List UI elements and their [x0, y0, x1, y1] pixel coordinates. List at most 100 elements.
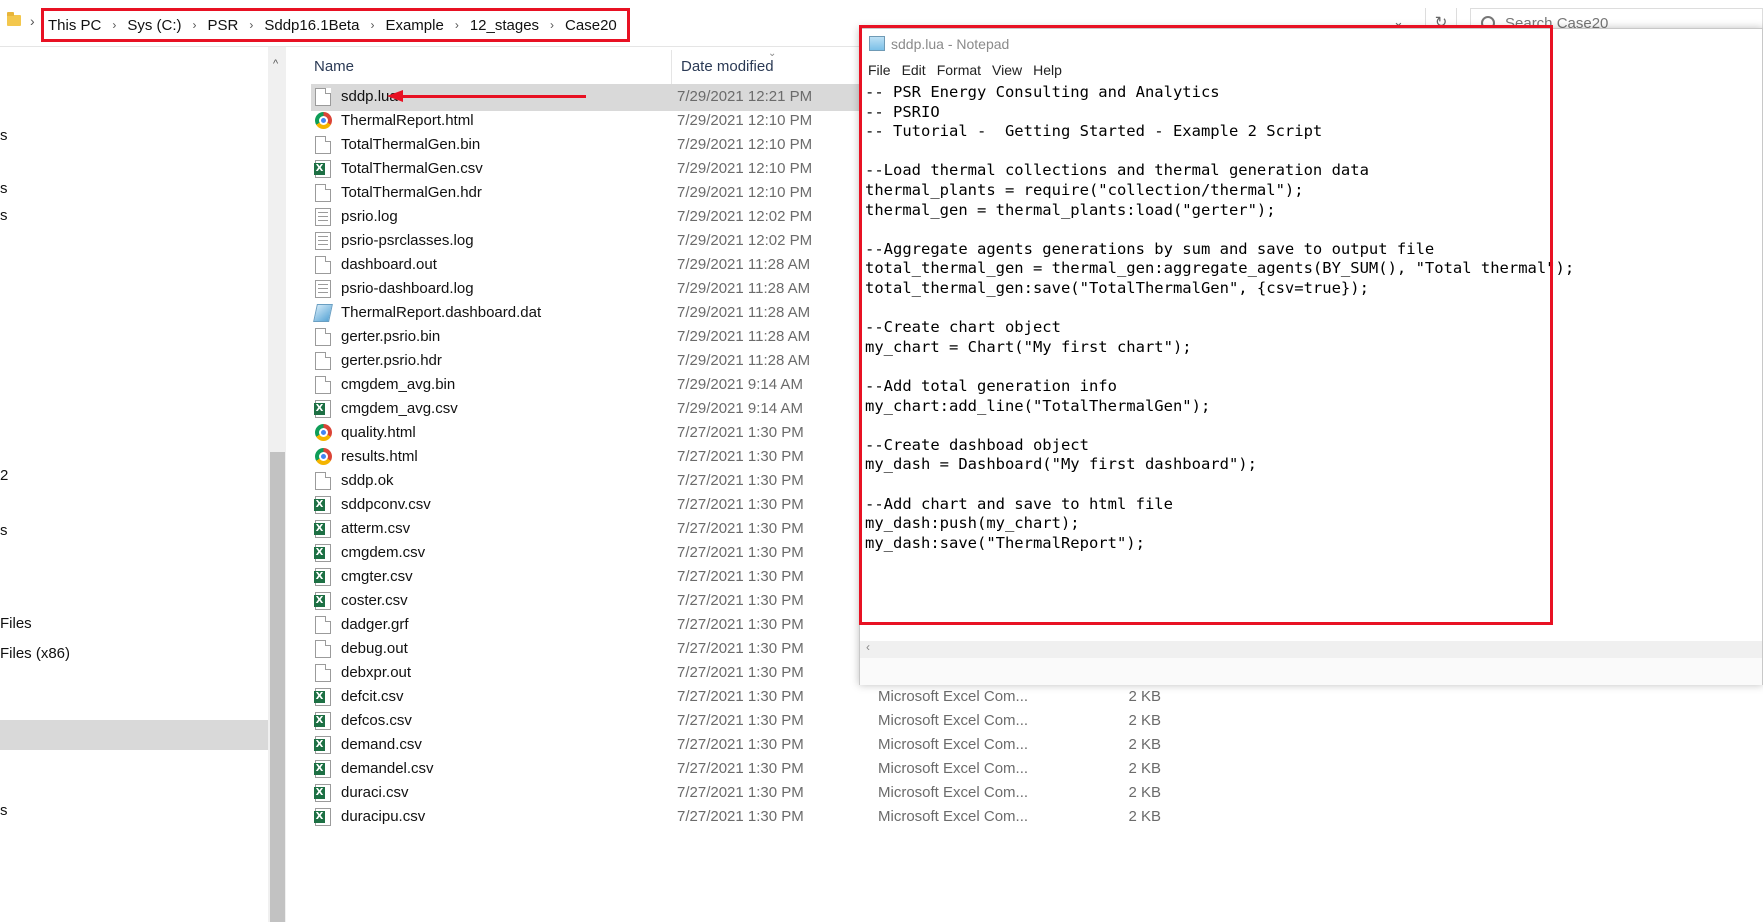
file-date: 7/27/2021 1:30 PM: [677, 664, 804, 681]
code-line: --Create dashboad object: [865, 435, 1089, 454]
code-line: -- Tutorial - Getting Started - Example …: [865, 122, 1323, 141]
nav-item[interactable]: 2: [0, 467, 8, 484]
chevron-right-icon[interactable]: ›: [193, 18, 197, 32]
breadcrumb-item[interactable]: 12_stages: [470, 17, 539, 34]
file-name: demand.csv: [341, 736, 422, 753]
file-date: 7/29/2021 12:02 PM: [677, 208, 813, 225]
nav-item[interactable]: s: [0, 802, 8, 819]
file-name: sddp.ok: [341, 472, 394, 489]
file-name: duracipu.csv: [341, 808, 426, 825]
chevron-right-icon[interactable]: ›: [30, 13, 35, 29]
file-row[interactable]: duracipu.csv 7/27/2021 1:30 PM Microsoft E…: [311, 804, 1761, 831]
chrome-icon: [315, 112, 332, 129]
file-name: dadger.grf: [341, 616, 409, 633]
breadcrumb-item[interactable]: This PC: [48, 17, 101, 34]
notepad-titlebar[interactable]: sddp.lua - Notepad: [860, 29, 1762, 60]
menu-edit[interactable]: Edit: [902, 62, 926, 82]
file-date: 7/27/2021 1:30 PM: [677, 568, 804, 585]
file-row[interactable]: defcos.csv 7/27/2021 1:30 PM Microsoft Exc…: [311, 708, 1761, 735]
file-type: Microsoft Excel Com...: [878, 736, 1029, 753]
menu-view[interactable]: View: [992, 62, 1022, 82]
chrome-icon: [315, 424, 332, 441]
code-line: --Add total generation info: [865, 377, 1117, 395]
code-line: total_thermal_gen:save("TotalThermalGen"…: [865, 279, 1369, 297]
menu-help[interactable]: Help: [1033, 62, 1062, 82]
column-divider[interactable]: [671, 50, 672, 86]
column-header-name[interactable]: Name: [314, 58, 354, 75]
file-name: defcit.csv: [341, 688, 404, 705]
file-name: cmgdem.csv: [341, 544, 426, 561]
nav-item[interactable]: s: [0, 180, 8, 197]
file-date: 7/27/2021 1:30 PM: [677, 424, 804, 441]
excel-file-icon: [314, 736, 331, 754]
text-file-icon: [315, 280, 331, 298]
menu-format[interactable]: Format: [937, 62, 981, 82]
column-header-date[interactable]: Date modified: [681, 58, 774, 75]
file-row[interactable]: duraci.csv 7/27/2021 1:30 PM Microsoft Exc…: [311, 780, 1761, 807]
code-line: --Load thermal collections and thermal g…: [865, 161, 1369, 180]
file-date: 7/29/2021 12:21 PM: [677, 88, 813, 105]
nav-scrollbar-thumb[interactable]: [270, 452, 285, 922]
code-line: my_chart:add_line("TotalThermalGen");: [865, 396, 1211, 415]
breadcrumb-item[interactable]: Case20: [565, 17, 617, 34]
file-name: TotalThermalGen.hdr: [341, 184, 482, 201]
file-date: 7/27/2021 1:30 PM: [677, 712, 804, 729]
nav-item[interactable]: s: [0, 522, 8, 539]
notepad-text-area[interactable]: -- PSR Energy Consulting and Analytics --…: [860, 82, 1762, 639]
file-icon: [315, 640, 331, 658]
breadcrumb-item[interactable]: Sddp16.1Beta: [264, 17, 359, 34]
nav-selected-item[interactable]: [0, 720, 268, 750]
file-name: psrio.log: [341, 208, 398, 225]
breadcrumb-item[interactable]: PSR: [208, 17, 239, 34]
code-line: total_thermal_gen = thermal_gen:aggregat…: [865, 259, 1575, 278]
file-row[interactable]: defcit.csv 7/27/2021 1:30 PM Microsoft Exc…: [311, 684, 1761, 711]
file-date: 7/29/2021 11:28 AM: [677, 352, 811, 369]
notepad-horizontal-scrollbar[interactable]: ‹: [860, 640, 1762, 658]
file-type: Microsoft Excel Com...: [878, 808, 1029, 825]
code-line: --Add chart and save to html file: [865, 494, 1173, 513]
breadcrumb-item[interactable]: Example: [385, 17, 443, 34]
file-date: 7/27/2021 1:30 PM: [677, 784, 804, 801]
code-line: my_dash = Dashboard("My first dashboard"…: [865, 455, 1257, 474]
file-date: 7/29/2021 9:14 AM: [677, 376, 803, 393]
nav-item[interactable]: s: [0, 207, 8, 224]
nav-item[interactable]: s: [0, 127, 8, 144]
file-name: gerter.psrio.hdr: [341, 352, 442, 369]
notepad-status-bar: [860, 658, 1762, 685]
scroll-left-icon[interactable]: ‹: [866, 640, 870, 654]
breadcrumb[interactable]: This PC › Sys (C:) › PSR › Sddp16.1Beta › Exampl…: [41, 8, 630, 42]
file-row[interactable]: demand.csv 7/27/2021 1:30 PM Microsoft Exc…: [311, 732, 1761, 759]
breadcrumb-item[interactable]: Sys (C:): [127, 17, 181, 34]
file-name: coster.csv: [341, 592, 408, 609]
file-icon: [315, 616, 331, 634]
file-icon: [315, 328, 331, 346]
chevron-right-icon[interactable]: ›: [112, 18, 116, 32]
file-name: quality.html: [341, 424, 416, 441]
file-name: gerter.psrio.bin: [341, 328, 441, 345]
nav-item[interactable]: Files (x86): [0, 645, 70, 662]
file-icon: [315, 376, 331, 394]
nav-item[interactable]: Files: [0, 615, 32, 632]
scroll-up-icon[interactable]: ^: [273, 58, 278, 70]
code-line: -- PSR Energy Consulting and Analytics: [865, 83, 1220, 101]
chevron-right-icon[interactable]: ›: [249, 18, 253, 32]
file-date: 7/29/2021 12:10 PM: [677, 184, 813, 201]
text-file-icon: [315, 208, 331, 226]
chevron-right-icon[interactable]: ›: [455, 18, 459, 32]
chevron-right-icon[interactable]: ›: [550, 18, 554, 32]
excel-file-icon: [314, 160, 331, 178]
file-date: 7/27/2021 1:30 PM: [677, 808, 804, 825]
file-icon: [315, 136, 331, 154]
file-type: Microsoft Excel Com...: [878, 760, 1029, 777]
notepad-title: sddp.lua - Notepad: [891, 36, 1010, 52]
menu-file[interactable]: File: [868, 62, 891, 82]
file-icon: [315, 88, 331, 106]
code-line: my_chart = Chart("My first chart");: [865, 337, 1192, 356]
excel-file-icon: [314, 592, 331, 610]
excel-file-icon: [314, 520, 331, 538]
text-file-icon: [315, 232, 331, 250]
excel-file-icon: [314, 808, 331, 826]
chevron-right-icon[interactable]: ›: [370, 18, 374, 32]
file-row[interactable]: demandel.csv 7/27/2021 1:30 PM Microsoft E…: [311, 756, 1761, 783]
file-date: 7/27/2021 1:30 PM: [677, 520, 804, 537]
